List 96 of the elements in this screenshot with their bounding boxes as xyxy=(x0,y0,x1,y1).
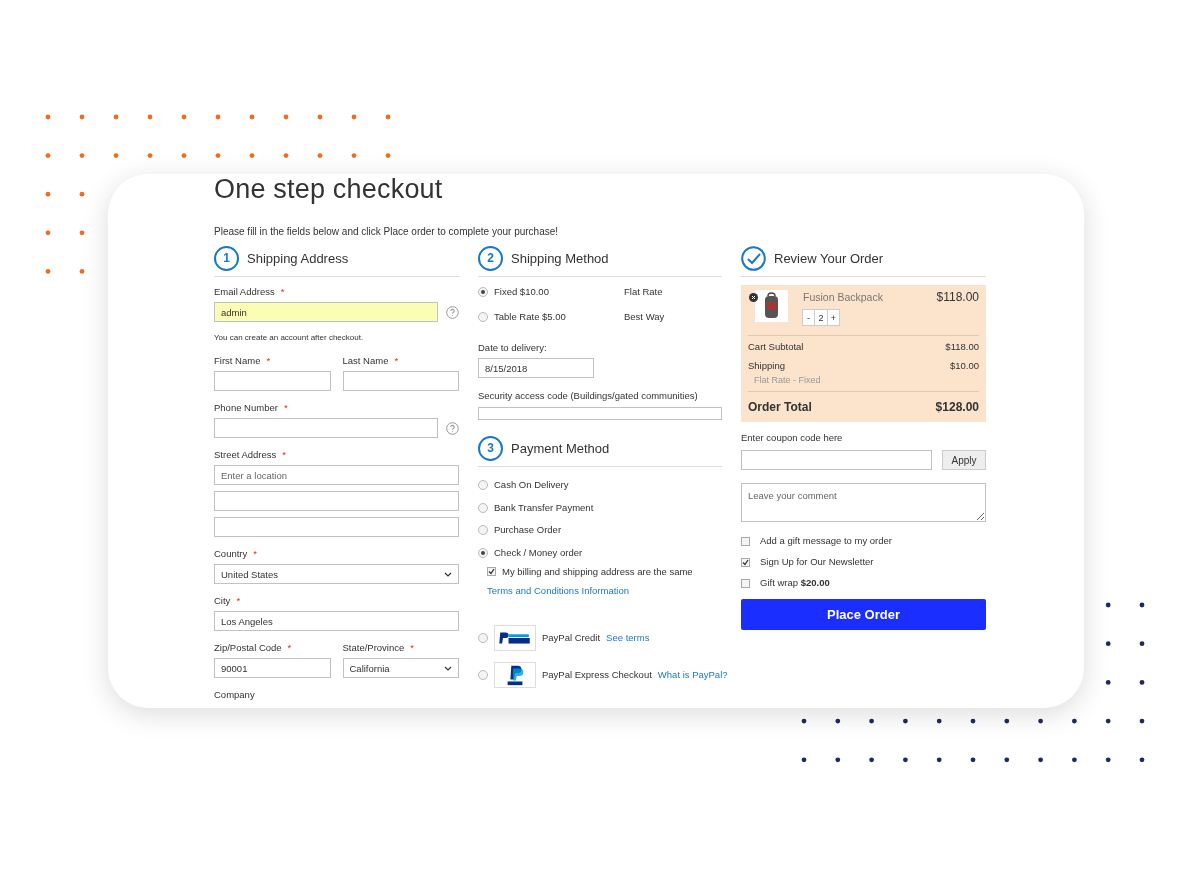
step-number: 3 xyxy=(478,435,503,461)
required-mark: * xyxy=(280,286,285,298)
step-number: 2 xyxy=(478,245,503,271)
radio-button[interactable] xyxy=(478,632,488,643)
required-mark: * xyxy=(410,642,414,654)
subtotal-label: Cart Subtotal xyxy=(748,341,804,353)
option-label: My billing and shipping address are the same xyxy=(502,565,693,578)
radio-button[interactable] xyxy=(478,480,488,490)
carrier-name: Flat Rate xyxy=(624,286,664,298)
select-field[interactable]: United States xyxy=(214,564,459,584)
field-label: Date to delivery: xyxy=(478,342,547,354)
section-heading: Review Your Order xyxy=(774,250,884,266)
check-circle-icon xyxy=(741,245,766,271)
coupon-field[interactable] xyxy=(741,450,932,470)
required-mark: * xyxy=(266,355,271,367)
required-mark: * xyxy=(287,642,292,654)
required-mark: * xyxy=(236,595,241,607)
radio-button[interactable] xyxy=(478,547,488,558)
text-field[interactable] xyxy=(214,517,459,537)
field-label: State/Province xyxy=(342,642,405,654)
option-label: Fixed $10.00 xyxy=(494,286,549,298)
page-title: One step checkout xyxy=(214,174,443,204)
info-link[interactable]: What is PayPal? xyxy=(657,668,728,681)
text-field[interactable] xyxy=(214,371,331,391)
product-name: Fusion Backpack xyxy=(803,290,883,304)
option-label: PayPal Credit xyxy=(542,632,601,643)
radio-button[interactable] xyxy=(478,669,488,680)
carrier-name: Best Way xyxy=(624,311,666,323)
radio-button[interactable] xyxy=(478,502,488,513)
help-icon[interactable] xyxy=(446,421,459,435)
required-mark: * xyxy=(283,402,288,414)
required-mark: * xyxy=(253,548,257,560)
chevron-down-icon xyxy=(444,571,452,577)
field-label: Country xyxy=(214,548,248,560)
intro-text: Please fill in the fields below and click Place order to complete your purchase! xyxy=(214,226,559,238)
radio-button[interactable] xyxy=(478,312,488,322)
payment-logo-icon xyxy=(494,661,536,688)
terms-link[interactable]: Terms and Conditions Information xyxy=(487,584,722,597)
radio-button[interactable] xyxy=(478,287,488,297)
required-mark: * xyxy=(282,449,286,461)
field-label: Phone Number xyxy=(214,402,278,414)
field-label: Street Address xyxy=(214,449,277,461)
total-label: Order Total xyxy=(748,400,812,414)
field-label: Email Address xyxy=(214,286,275,298)
shipping-value: $10.00 xyxy=(949,360,979,372)
checkbox[interactable] xyxy=(487,567,496,576)
info-link[interactable]: See terms xyxy=(606,631,650,644)
select-field[interactable]: California xyxy=(342,658,459,678)
date-field[interactable]: 8/15/2018 xyxy=(478,358,594,378)
text-field[interactable] xyxy=(214,491,459,511)
shipping-label: Shipping xyxy=(748,360,785,372)
chevron-down-icon xyxy=(444,665,452,671)
option-label: Bank Transfer Payment xyxy=(494,501,594,514)
section-heading: Shipping Method xyxy=(511,250,609,266)
payment-logo-icon xyxy=(494,624,536,651)
option-label: Purchase Order xyxy=(494,524,562,536)
checkbox[interactable] xyxy=(741,557,750,567)
required-mark: * xyxy=(394,355,399,367)
text-field[interactable]: Los Angeles xyxy=(214,611,459,631)
shipping-method-text: Flat Rate - Fixed xyxy=(753,374,822,386)
field-label: Security access code (Buildings/gated communities) xyxy=(478,390,698,402)
option-label: Add a gift message to my order xyxy=(760,535,892,547)
option-label: Table Rate $5.00 xyxy=(494,311,566,323)
field-label: City xyxy=(214,595,231,607)
checkbox[interactable] xyxy=(741,536,750,546)
apply-button[interactable]: Apply xyxy=(942,450,986,470)
hint-text: You can create an account after checkout. xyxy=(214,332,365,344)
field-label: Company xyxy=(214,689,255,701)
text-field[interactable] xyxy=(214,418,438,438)
text-field[interactable]: Enter a location xyxy=(214,465,459,485)
backpack-icon xyxy=(755,290,788,322)
field-label: First Name xyxy=(214,355,261,367)
field-label: Last Name xyxy=(342,355,389,367)
product-price: $118.00 xyxy=(936,290,979,304)
checkbox[interactable] xyxy=(741,578,750,588)
text-field[interactable] xyxy=(342,371,459,391)
quantity-field[interactable]: 2 xyxy=(814,309,828,326)
option-label: Check / Money order xyxy=(494,546,583,559)
option-label: Gift wrap $20.00 xyxy=(760,577,830,589)
text-field[interactable]: 90001 xyxy=(214,658,331,678)
option-label: Sign Up for Our Newsletter xyxy=(760,556,874,568)
option-label: PayPal Express Checkout xyxy=(542,669,652,680)
coupon-label: Enter coupon code here xyxy=(741,432,843,444)
subtotal-value: $118.00 xyxy=(945,341,979,353)
section-heading: Payment Method xyxy=(511,440,610,456)
option-label: Cash On Delivery xyxy=(494,479,569,491)
field-label: Zip/Postal Code xyxy=(214,642,282,654)
section-heading: Shipping Address xyxy=(247,250,349,266)
total-value: $128.00 xyxy=(935,400,979,414)
radio-button[interactable] xyxy=(478,525,488,535)
comment-field[interactable]: Leave your comment xyxy=(741,483,986,522)
text-field[interactable] xyxy=(478,407,722,420)
place-order-button[interactable]: Place Order xyxy=(741,599,986,630)
step-number: 1 xyxy=(214,245,239,271)
text-field[interactable]: admin xyxy=(214,302,438,322)
help-icon[interactable] xyxy=(446,305,459,319)
